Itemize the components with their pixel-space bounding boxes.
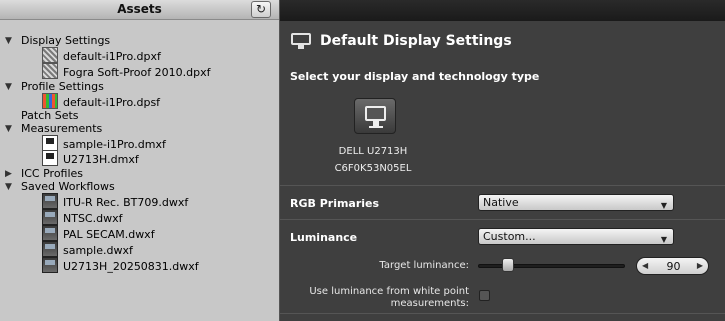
rgb-primaries-value: Native	[483, 196, 519, 209]
display-serial: C6F0K53N05EL	[334, 163, 412, 174]
assets-panel: Assets ↻ ▼ Display Settings default-i1Pr…	[0, 0, 280, 321]
expand-toggle-icon[interactable]: ▼	[5, 180, 12, 194]
divider	[280, 313, 725, 314]
profile-settings-file-icon	[42, 93, 58, 109]
tree-item-label: NTSC.dwxf	[63, 212, 123, 225]
tree-item-label: default-i1Pro.dpsf	[63, 96, 161, 109]
use-white-point-checkbox[interactable]	[479, 290, 490, 301]
target-luminance-label: Target luminance:	[379, 260, 469, 271]
target-luminance-slider-thumb[interactable]	[502, 258, 515, 272]
rgb-primaries-label: RGB Primaries	[290, 197, 380, 210]
expand-toggle-icon[interactable]: ▼	[5, 122, 12, 136]
workflow-file-icon	[42, 209, 58, 225]
tree-item[interactable]: default-i1Pro.dpsf	[0, 93, 280, 110]
luminance-select[interactable]: Custom... ▼	[478, 228, 674, 245]
rgb-primaries-select[interactable]: Native ▼	[478, 194, 674, 211]
workflow-file-icon	[42, 193, 58, 209]
tree-item-label: Fogra Soft-Proof 2010.dpxf	[63, 66, 211, 79]
top-bar	[280, 0, 725, 21]
group-label: Display Settings	[21, 34, 111, 47]
page-title: Default Display Settings	[320, 33, 512, 49]
settings-panel: Default Display Settings Select your dis…	[280, 0, 725, 321]
tree-item-label: sample.dwxf	[63, 244, 133, 257]
tree-item[interactable]: sample.dwxf	[0, 241, 280, 258]
tree-item[interactable]: ITU-R Rec. BT709.dwxf	[0, 193, 280, 210]
group-label: Profile Settings	[21, 80, 104, 93]
group-label: Patch Sets	[21, 109, 79, 122]
workflow-file-icon	[42, 257, 58, 273]
tree-item[interactable]: Fogra Soft-Proof 2010.dpxf	[0, 63, 280, 80]
tree-item[interactable]: U2713H.dmxf	[0, 150, 280, 167]
collapse-toggle-icon[interactable]: ▶	[5, 167, 12, 181]
tree-item[interactable]: NTSC.dwxf	[0, 209, 280, 226]
group-label: ICC Profiles	[21, 167, 84, 180]
tree-item-label: sample-i1Pro.dmxf	[63, 138, 166, 151]
tree-item-label: PAL SECAM.dwxf	[63, 228, 155, 241]
luminance-value: Custom...	[483, 230, 536, 243]
refresh-button[interactable]: ↻	[251, 1, 271, 18]
expand-toggle-icon[interactable]: ▼	[5, 34, 12, 48]
group-label: Measurements	[21, 122, 103, 135]
assets-header: Assets ↻	[0, 0, 279, 20]
tree-item-label: ITU-R Rec. BT709.dwxf	[63, 196, 189, 209]
tree-item-label: U2713H_20250831.dwxf	[63, 260, 199, 273]
section-subtitle: Select your display and technology type	[290, 70, 540, 83]
display-settings-file-icon	[42, 63, 58, 79]
target-luminance-stepper[interactable]: ◀ 90 ▶	[636, 257, 709, 275]
use-white-point-label-line2: measurements:	[390, 298, 469, 309]
decrement-arrow-icon[interactable]: ◀	[642, 261, 648, 270]
workflow-file-icon	[42, 241, 58, 257]
divider	[280, 185, 725, 186]
target-luminance-value: 90	[666, 260, 681, 273]
assets-title: Assets	[117, 2, 162, 16]
tree-item-label: default-i1Pro.dpxf	[63, 50, 161, 63]
tree-item[interactable]: U2713H_20250831.dwxf	[0, 257, 280, 274]
chevron-down-icon: ▼	[660, 235, 667, 244]
display-settings-icon	[291, 33, 311, 49]
display-settings-file-icon	[42, 47, 58, 63]
divider	[280, 219, 725, 220]
chevron-down-icon: ▼	[660, 201, 667, 210]
luminance-label: Luminance	[290, 231, 358, 244]
increment-arrow-icon[interactable]: ▶	[697, 261, 703, 270]
tree-item-label: U2713H.dmxf	[63, 153, 139, 166]
display-select-button[interactable]	[354, 98, 396, 134]
expand-toggle-icon[interactable]: ▼	[5, 80, 12, 94]
workflow-file-icon	[42, 225, 58, 241]
tree-item[interactable]: default-i1Pro.dpxf	[0, 47, 280, 64]
use-white-point-label-line1: Use luminance from white point	[309, 286, 469, 297]
target-luminance-slider-track[interactable]	[478, 264, 625, 268]
measurement-file-icon	[42, 150, 58, 166]
measurement-file-icon	[42, 135, 58, 151]
tree-item[interactable]: PAL SECAM.dwxf	[0, 225, 280, 242]
display-name: DELL U2713H	[338, 146, 408, 157]
group-label: Saved Workflows	[21, 180, 115, 193]
